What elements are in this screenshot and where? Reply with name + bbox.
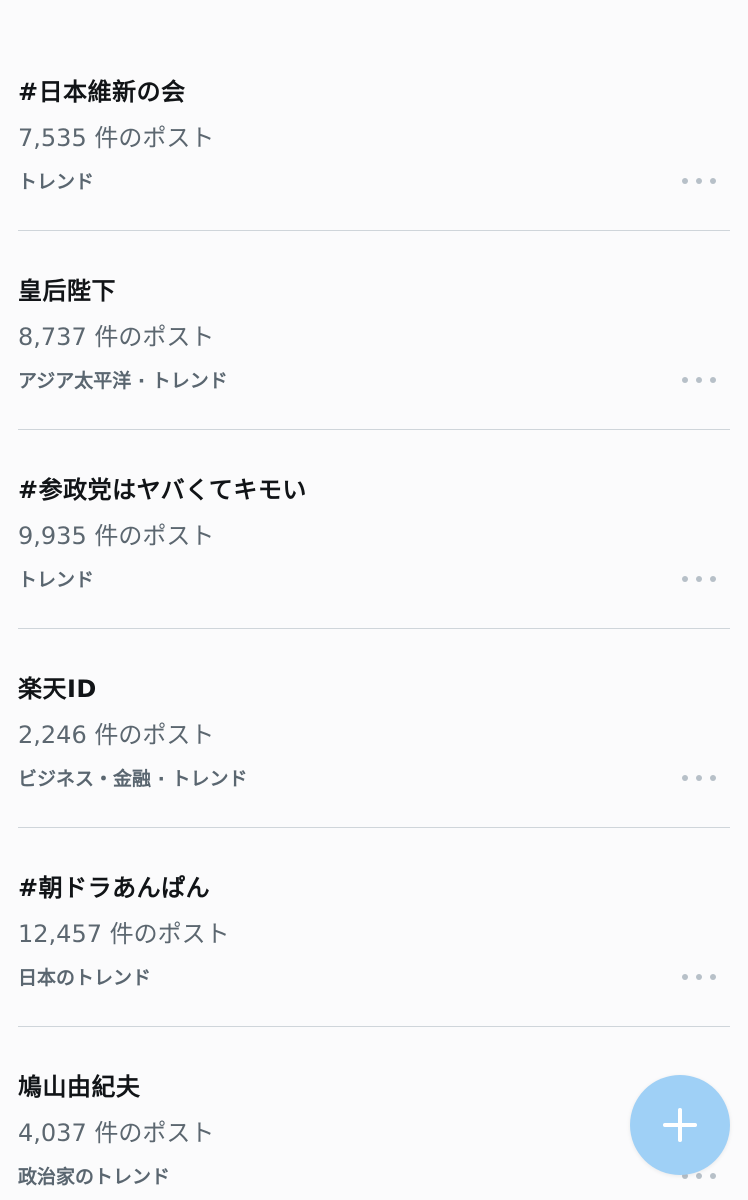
plus-icon (663, 1108, 697, 1142)
trend-post-count: 2,246 件のポスト (18, 721, 215, 749)
more-horizontal-icon[interactable] (682, 574, 716, 584)
trend-post-count: 8,737 件のポスト (18, 323, 215, 351)
trend-item[interactable]: #参政党はヤバくてキモい 9,935 件のポスト トレンド (0, 398, 748, 629)
trend-category: トレンド (18, 569, 95, 591)
trend-category: トレンド (18, 171, 95, 193)
trend-title: #参政党はヤバくてキモい (18, 476, 307, 504)
trend-title: #日本維新の会 (18, 78, 186, 106)
trend-title: #朝ドラあんぱん (18, 874, 211, 902)
more-horizontal-icon[interactable] (682, 773, 716, 783)
trend-title: 皇后陛下 (18, 277, 116, 305)
trend-item[interactable]: 皇后陛下 8,737 件のポスト アジア太平洋 · トレンド (0, 199, 748, 430)
trend-post-count: 7,535 件のポスト (18, 124, 215, 152)
trend-title: 鳩山由紀夫 (18, 1073, 141, 1101)
trend-category: ビジネス・金融 · トレンド (18, 768, 248, 790)
trend-item[interactable]: 楽天ID 2,246 件のポスト ビジネス・金融 · トレンド (0, 597, 748, 828)
more-horizontal-icon[interactable] (682, 972, 716, 982)
trend-category: アジア太平洋 · トレンド (18, 370, 228, 392)
trend-category: 日本のトレンド (18, 967, 152, 989)
trend-title: 楽天ID (18, 675, 97, 703)
trend-post-count: 9,935 件のポスト (18, 522, 215, 550)
more-horizontal-icon[interactable] (682, 176, 716, 186)
compose-post-button[interactable] (630, 1075, 730, 1175)
trend-item[interactable]: 鳩山由紀夫 4,037 件のポスト 政治家のトレンド (0, 995, 748, 1200)
trend-category: 政治家のトレンド (18, 1166, 171, 1188)
trend-post-count: 4,037 件のポスト (18, 1119, 215, 1147)
more-horizontal-icon[interactable] (682, 375, 716, 385)
trend-item[interactable]: #朝ドラあんぱん 12,457 件のポスト 日本のトレンド (0, 796, 748, 1027)
trend-post-count: 12,457 件のポスト (18, 920, 230, 948)
trend-item[interactable]: #日本維新の会 7,535 件のポスト トレンド (0, 0, 748, 231)
